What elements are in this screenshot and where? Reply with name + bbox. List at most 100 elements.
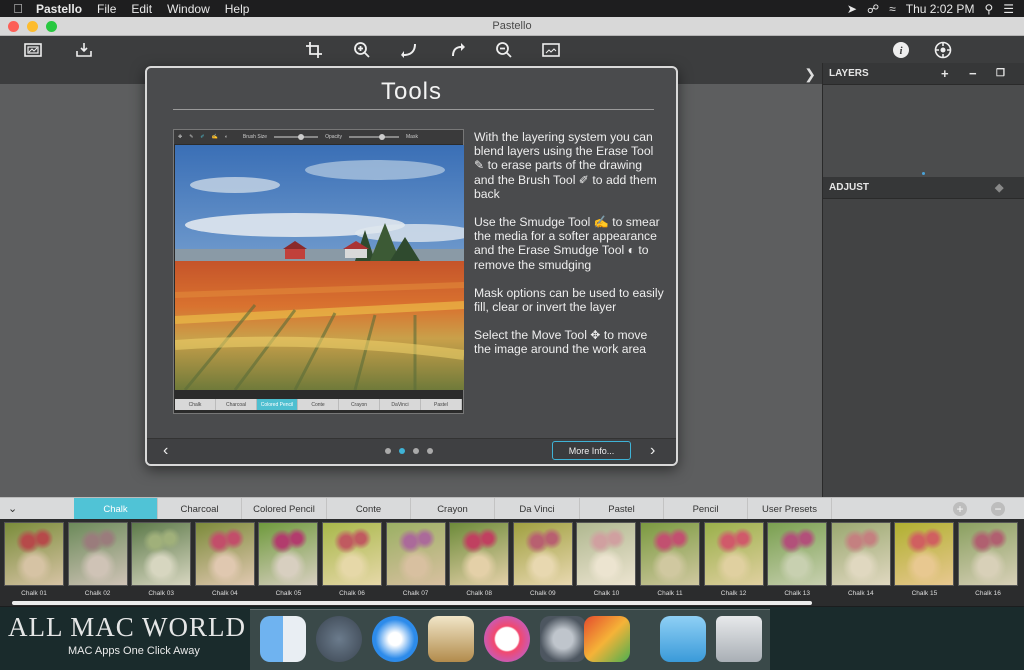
preset-thumbnail-label: Chalk 16 bbox=[975, 590, 1001, 597]
settings-icon[interactable] bbox=[932, 39, 954, 61]
downloads-folder-icon[interactable] bbox=[660, 616, 706, 662]
main-toolbar: i bbox=[0, 36, 1024, 63]
layers-list[interactable] bbox=[823, 85, 1024, 177]
notification-center-icon[interactable]: ☰ bbox=[1003, 2, 1014, 16]
smudge-tool-icon: ✍ bbox=[211, 134, 218, 140]
preset-preview-image bbox=[4, 522, 64, 586]
preset-thumbnail[interactable]: Chalk 14 bbox=[830, 522, 891, 597]
preset-thumbnail[interactable]: Chalk 16 bbox=[958, 522, 1018, 597]
next-page-icon[interactable]: › bbox=[650, 442, 655, 460]
tab-da-vinci[interactable]: Da Vinci bbox=[495, 498, 580, 520]
preset-thumbnail-label: Chalk 06 bbox=[339, 590, 365, 597]
watermark-tagline: MAC Apps One Click Away bbox=[68, 645, 200, 657]
system-preferences-icon[interactable] bbox=[540, 616, 586, 662]
trash-icon[interactable] bbox=[716, 616, 762, 662]
screenshot-preset-tabs: Chalk Charcoal Colored Pencil Conte Cray… bbox=[175, 399, 462, 410]
menu-app-name[interactable]: Pastello bbox=[36, 2, 82, 16]
preset-thumbnail[interactable]: Chalk 09 bbox=[512, 522, 573, 597]
menubar-clock[interactable]: Thu 2:02 PM bbox=[906, 2, 975, 16]
spotlight-search-icon[interactable]: ⚲ bbox=[984, 2, 993, 16]
menu-file[interactable]: File bbox=[97, 2, 116, 16]
menu-edit[interactable]: Edit bbox=[131, 2, 152, 16]
move-tool-icon: ✥ bbox=[178, 134, 183, 140]
dialog-footer: ‹ More Info... › bbox=[147, 438, 676, 464]
tab-charcoal[interactable]: Charcoal bbox=[158, 498, 242, 520]
itunes-icon[interactable] bbox=[484, 616, 530, 662]
tab-user-presets[interactable]: User Presets bbox=[748, 498, 832, 520]
preset-thumbnail-label: Chalk 04 bbox=[211, 590, 238, 597]
add-preset-icon[interactable]: + bbox=[953, 502, 967, 516]
preset-preview-image bbox=[67, 522, 128, 586]
tab-chalk[interactable]: Chalk bbox=[74, 498, 158, 520]
launchpad-icon[interactable] bbox=[316, 616, 362, 662]
adjust-panel-header[interactable]: ADJUST ◆ bbox=[823, 177, 1024, 199]
mail-icon[interactable] bbox=[428, 616, 474, 662]
tab-conte[interactable]: Conte bbox=[327, 498, 411, 520]
menu-help[interactable]: Help bbox=[225, 2, 250, 16]
finder-icon[interactable] bbox=[260, 616, 306, 662]
right-panel: LAYERS + − ❐ ADJUST ◆ bbox=[822, 63, 1024, 497]
page-dot[interactable] bbox=[427, 448, 433, 454]
preset-thumbnail[interactable]: Chalk 03 bbox=[131, 522, 192, 597]
preset-thumbnail-label: Chalk 08 bbox=[466, 590, 493, 597]
redo-arrow-icon[interactable] bbox=[446, 39, 468, 61]
page-dot[interactable] bbox=[413, 448, 419, 454]
tools-screenshot: ✥ ✎ ✐ ✍ ◐ Brush Size Opacity Mask Chalk … bbox=[173, 129, 464, 414]
page-dot[interactable] bbox=[385, 448, 391, 454]
preset-thumbnail-label: Chalk 02 bbox=[84, 590, 111, 597]
screenshot-tab: Pastel bbox=[421, 399, 462, 410]
tab-crayon[interactable]: Crayon bbox=[411, 498, 495, 520]
brush-tool-icon: ✐ bbox=[200, 134, 205, 140]
preset-thumbnail-label: Chalk 10 bbox=[593, 590, 620, 597]
horizontal-scrollbar[interactable] bbox=[12, 601, 812, 605]
preset-thumbnail[interactable]: Chalk 05 bbox=[258, 522, 319, 597]
preset-thumbnail[interactable]: Chalk 02 bbox=[67, 522, 128, 597]
preset-thumbnail[interactable]: Chalk 11 bbox=[640, 522, 700, 597]
remove-preset-icon[interactable]: − bbox=[991, 502, 1005, 516]
brush-size-label: Brush Size bbox=[242, 134, 268, 140]
preset-thumbnail[interactable]: Chalk 12 bbox=[703, 522, 764, 597]
crop-icon[interactable] bbox=[303, 39, 325, 61]
more-info-button[interactable]: More Info... bbox=[552, 441, 631, 460]
tab-pencil[interactable]: Pencil bbox=[664, 498, 748, 520]
dock bbox=[250, 609, 770, 670]
creative-cloud-icon[interactable]: ☍ bbox=[867, 2, 879, 16]
preset-thumbnail[interactable]: Chalk 08 bbox=[449, 522, 510, 597]
preset-thumbnail[interactable]: Chalk 13 bbox=[767, 522, 828, 597]
tab-colored-pencil[interactable]: Colored Pencil bbox=[242, 498, 327, 520]
screenshot-toolbar: ✥ ✎ ✐ ✍ ◐ Brush Size Opacity Mask bbox=[174, 130, 463, 144]
menu-window[interactable]: Window bbox=[167, 2, 210, 16]
duplicate-layer-icon[interactable]: ❐ bbox=[996, 68, 1005, 79]
safari-icon[interactable] bbox=[372, 616, 418, 662]
preset-thumbnail[interactable]: Chalk 10 bbox=[576, 522, 637, 597]
apple-menu-icon[interactable]:  bbox=[0, 1, 36, 16]
preset-preview-image bbox=[958, 522, 1018, 586]
location-icon[interactable]: ➤ bbox=[847, 2, 857, 16]
chevron-right-icon[interactable]: ❯ bbox=[804, 66, 816, 83]
preset-thumbnail[interactable]: Chalk 06 bbox=[322, 522, 382, 597]
zoom-in-icon[interactable] bbox=[351, 39, 373, 61]
wifi-icon[interactable]: ≈ bbox=[889, 2, 896, 16]
adjust-reset-icon[interactable]: ◆ bbox=[995, 181, 1003, 194]
remove-layer-icon[interactable]: − bbox=[969, 66, 977, 81]
tab-pastel[interactable]: Pastel bbox=[580, 498, 664, 520]
preset-preview-image bbox=[385, 522, 446, 586]
preset-thumbnail[interactable]: Chalk 04 bbox=[194, 522, 255, 597]
preset-thumbnail[interactable]: Chalk 15 bbox=[894, 522, 955, 597]
previous-page-icon[interactable]: ‹ bbox=[163, 442, 168, 460]
preset-thumbnail[interactable]: Chalk 07 bbox=[385, 522, 446, 597]
page-dot-active[interactable] bbox=[399, 448, 405, 454]
zoom-out-icon[interactable] bbox=[493, 39, 515, 61]
tray-download-icon[interactable] bbox=[73, 39, 95, 61]
info-icon[interactable]: i bbox=[890, 39, 912, 61]
image-icon[interactable] bbox=[22, 39, 44, 61]
pastello-pro-icon[interactable] bbox=[584, 616, 630, 662]
collapse-chevron-icon[interactable]: ⌄ bbox=[8, 502, 17, 515]
undo-arrow-icon[interactable] bbox=[398, 39, 420, 61]
preset-thumbnail-label: Chalk 13 bbox=[784, 590, 811, 597]
fit-image-icon[interactable] bbox=[540, 39, 562, 61]
brush-size-slider bbox=[274, 134, 319, 140]
add-layer-icon[interactable]: + bbox=[941, 66, 949, 81]
preset-thumbnail[interactable]: Chalk 01 bbox=[4, 522, 64, 597]
preset-category-tabs: ⌄ Chalk Charcoal Colored Pencil Conte Cr… bbox=[0, 497, 1024, 520]
